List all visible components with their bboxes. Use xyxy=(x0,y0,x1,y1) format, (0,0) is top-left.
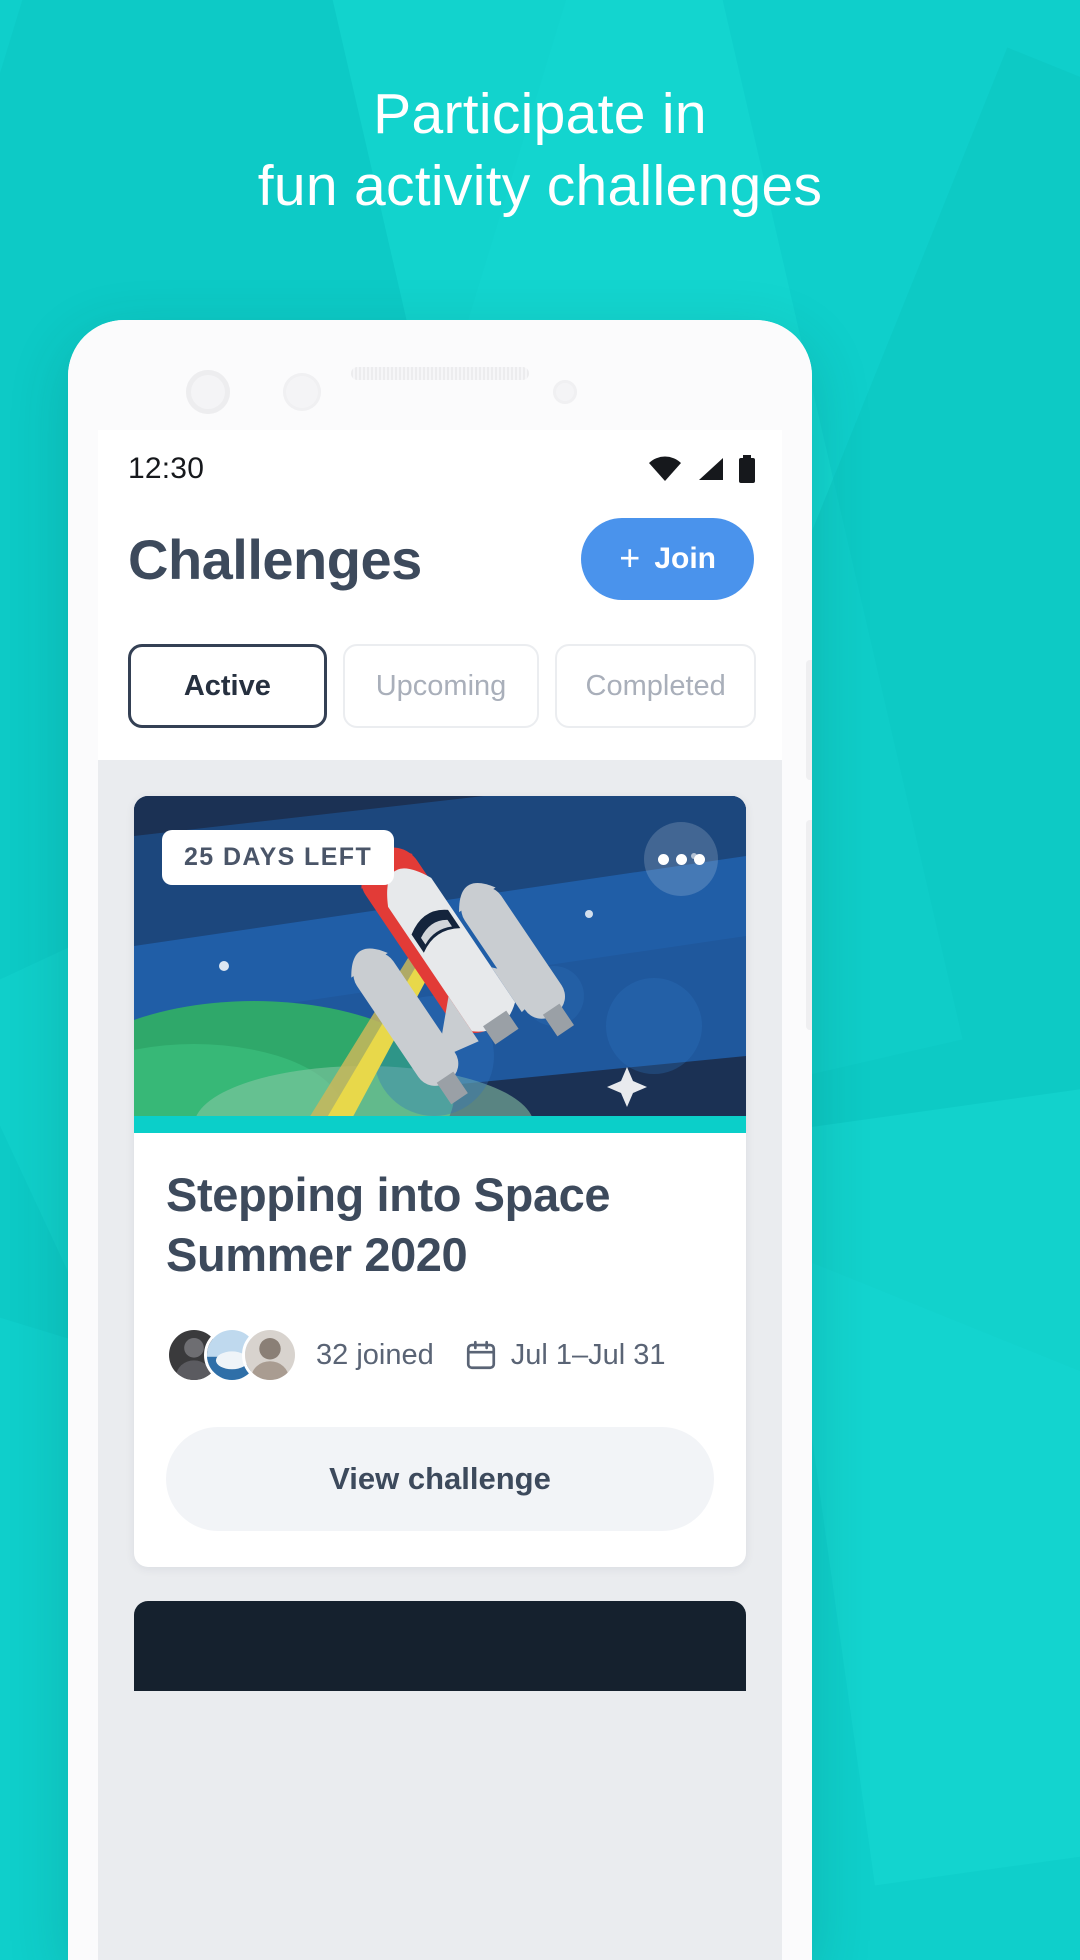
more-options-button[interactable] xyxy=(644,822,718,896)
tab-completed[interactable]: Completed xyxy=(555,644,756,728)
phone-mockup: 12:30 Challenges + Join Active Upcoming … xyxy=(68,320,812,1960)
cellular-signal-icon xyxy=(699,458,723,480)
join-button-label: Join xyxy=(654,542,716,575)
challenge-dates: Jul 1–Jul 31 xyxy=(464,1338,666,1372)
challenge-image: 25 DAYS LEFT xyxy=(134,796,746,1116)
promo-headline: Participate in fun activity challenges xyxy=(0,78,1080,222)
next-challenge-image xyxy=(134,1601,746,1691)
joined-count: 32 joined xyxy=(316,1338,434,1371)
plus-icon: + xyxy=(619,536,641,578)
page-title: Challenges xyxy=(128,527,422,591)
challenge-card[interactable]: 25 DAYS LEFT Stepping into Space Summer … xyxy=(134,796,746,1567)
status-bar: 12:30 xyxy=(98,430,782,508)
challenge-meta: 32 joined Jul 1–Jul 31 xyxy=(166,1327,714,1383)
sensor-icon xyxy=(283,373,321,411)
earpiece-speaker xyxy=(351,367,529,380)
status-time: 12:30 xyxy=(128,452,205,485)
calendar-icon xyxy=(466,1340,495,1370)
tab-active[interactable]: Active xyxy=(128,644,327,728)
phone-top-bezel xyxy=(68,320,812,430)
proximity-sensor-icon xyxy=(553,380,577,404)
phone-screen: 12:30 Challenges + Join Active Upcoming … xyxy=(98,430,782,1960)
participant-avatars[interactable] xyxy=(166,1327,298,1383)
avatar xyxy=(242,1327,298,1383)
promo-headline-line-1: Participate in xyxy=(373,82,707,146)
background-shape xyxy=(769,1074,1080,1886)
phone-side-button xyxy=(806,820,812,1030)
challenge-list: 25 DAYS LEFT Stepping into Space Summer … xyxy=(98,760,782,1960)
promo-headline-line-2: fun activity challenges xyxy=(257,154,823,218)
join-button[interactable]: + Join xyxy=(581,518,754,600)
date-range: Jul 1–Jul 31 xyxy=(510,1338,666,1371)
tab-row: Active Upcoming Completed xyxy=(98,600,782,760)
challenge-title: Stepping into Space Summer 2020 xyxy=(166,1165,714,1285)
next-challenge-card-peek[interactable] xyxy=(134,1601,746,1691)
more-horizontal-icon xyxy=(657,853,669,865)
days-left-badge: 25 DAYS LEFT xyxy=(162,830,395,885)
phone-side-button xyxy=(806,660,812,780)
challenge-title-line-1: Stepping into Space xyxy=(166,1168,611,1221)
challenge-title-line-2: Summer 2020 xyxy=(166,1228,468,1281)
avatar-image xyxy=(245,1330,295,1380)
battery-icon xyxy=(739,455,755,483)
app-bar: Challenges + Join xyxy=(98,508,782,600)
challenge-card-body: Stepping into Space Summer 2020 32 joine… xyxy=(134,1133,746,1567)
tab-upcoming[interactable]: Upcoming xyxy=(342,644,540,728)
camera-lens-icon xyxy=(186,370,230,414)
more-horizontal-icon xyxy=(693,853,705,865)
status-icons xyxy=(648,455,756,483)
wifi-icon xyxy=(649,456,681,481)
more-horizontal-icon xyxy=(675,853,687,865)
view-challenge-button[interactable]: View challenge xyxy=(166,1427,714,1531)
progress-accent-bar xyxy=(134,1116,746,1133)
